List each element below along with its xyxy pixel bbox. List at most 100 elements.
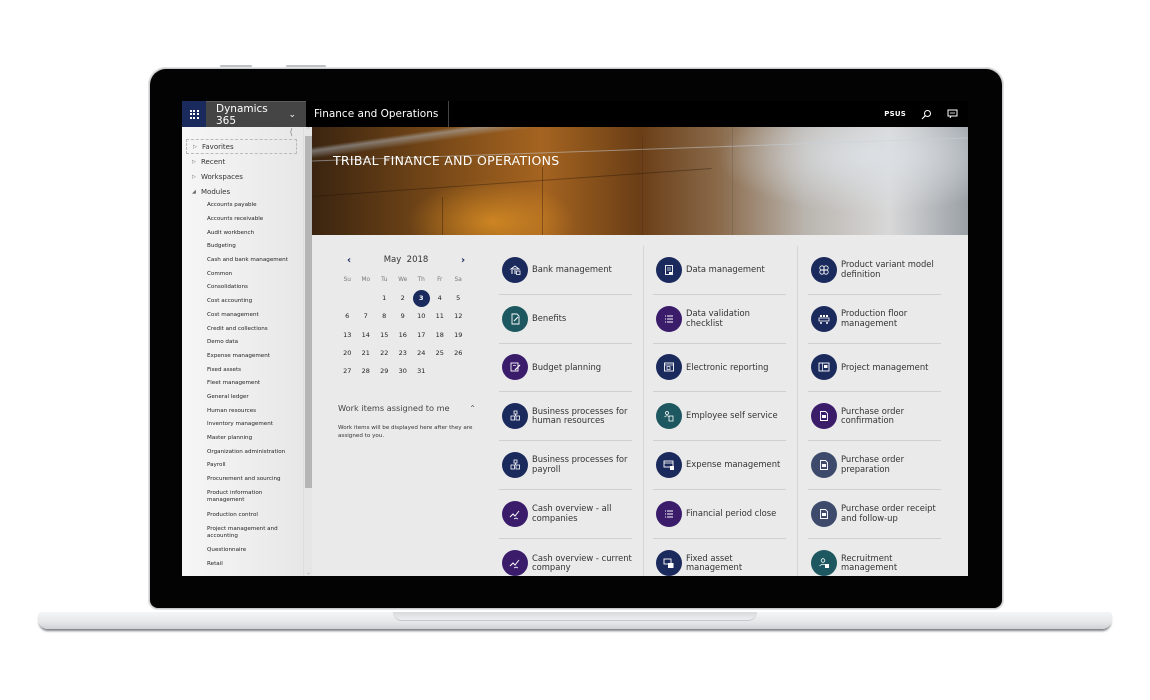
calendar-day[interactable]: 26 <box>449 344 468 362</box>
nav-module-item[interactable]: Payroll <box>182 459 303 473</box>
calendar-day-selected[interactable]: 3 <box>412 289 431 307</box>
calendar-day-number: 4 <box>437 294 442 303</box>
nav-section-modules[interactable]: ◢ Modules <box>182 184 303 199</box>
nav-module-item[interactable]: Consolidations <box>182 281 303 295</box>
nav-module-item[interactable]: Cost accounting <box>182 295 303 309</box>
calendar-day[interactable]: 27 <box>338 362 357 380</box>
workspace-tile-label: Project management <box>841 361 929 372</box>
nav-scrollbar[interactable]: ⌃ ⌄ <box>303 127 312 576</box>
calendar-day[interactable]: 22 <box>375 344 394 362</box>
company-picker[interactable]: PSUS <box>884 110 906 118</box>
calendar-day[interactable]: 21 <box>357 344 376 362</box>
calendar-day[interactable]: 7 <box>357 307 376 325</box>
nav-section-recent[interactable]: ▷ Recent <box>182 154 303 169</box>
nav-module-item[interactable]: Questionnaire <box>182 544 303 558</box>
calendar-day[interactable]: 13 <box>338 326 357 344</box>
workspace-tile[interactable]: Expense management <box>653 441 786 490</box>
nav-module-item[interactable]: Fixed assets <box>182 363 303 377</box>
calendar-day[interactable]: 12 <box>449 307 468 325</box>
previous-month-button[interactable]: ‹ <box>344 255 354 266</box>
work-items-header[interactable]: Work items assigned to me ⌃ <box>338 401 478 415</box>
workspace-tile[interactable]: Business processes for payroll <box>499 441 632 490</box>
calendar-day[interactable]: 25 <box>431 344 450 362</box>
workspace-tile[interactable]: Purchase order preparation <box>808 441 941 490</box>
calendar-day[interactable]: 5 <box>449 289 468 307</box>
calendar-day[interactable]: 19 <box>449 326 468 344</box>
calendar-day[interactable]: 8 <box>375 307 394 325</box>
nav-module-item[interactable]: Accounts receivable <box>182 213 303 227</box>
scroll-down-icon[interactable]: ⌄ <box>304 570 313 576</box>
nav-section-favorites[interactable]: ▷ Favorites <box>186 139 297 154</box>
calendar-day[interactable]: 17 <box>412 326 431 344</box>
calendar-day[interactable]: 2 <box>394 289 413 307</box>
workspace-tile[interactable]: Business processes for human resources <box>499 392 632 442</box>
calendar-day[interactable]: 30 <box>394 362 413 380</box>
calendar-day[interactable]: 4 <box>431 289 450 307</box>
nav-section-workspaces[interactable]: ▷ Workspaces <box>182 169 303 184</box>
calendar-day[interactable]: 29 <box>375 362 394 380</box>
workspace-tile-label: Recruitment management <box>841 552 898 573</box>
calendar-day[interactable]: 23 <box>394 344 413 362</box>
nav-module-item[interactable]: Production control <box>182 508 303 522</box>
workspace-tile[interactable]: Cash overview - all companies <box>499 490 632 539</box>
workspace-tile[interactable]: Data validation checklist <box>653 295 786 344</box>
nav-module-item[interactable]: Product information management <box>182 486 303 508</box>
calendar-day[interactable]: 6 <box>338 307 357 325</box>
nav-module-item[interactable]: Cash and bank management <box>182 254 303 268</box>
workspace-tile[interactable]: Recruitment management <box>808 539 941 576</box>
calendar-day[interactable]: 15 <box>375 326 394 344</box>
nav-module-item[interactable]: Expense management <box>182 350 303 364</box>
calendar-day[interactable]: 31 <box>412 362 431 380</box>
workspace-tile[interactable]: Budget planning <box>499 344 632 393</box>
nav-module-item[interactable]: Demo data <box>182 336 303 350</box>
nav-module-item[interactable]: Credit and collections <box>182 322 303 336</box>
nav-module-item[interactable]: Cost management <box>182 309 303 323</box>
nav-module-item[interactable]: Accounts payable <box>182 199 303 213</box>
nav-module-item[interactable]: Master planning <box>182 432 303 446</box>
calendar-day[interactable]: 14 <box>357 326 376 344</box>
chevron-up-icon[interactable]: ⌃ <box>469 404 476 413</box>
feedback-icon[interactable] <box>946 108 958 120</box>
workspace-tile[interactable]: Fixed asset management <box>653 539 786 576</box>
calendar-day[interactable]: 16 <box>394 326 413 344</box>
nav-module-item[interactable]: Audit workbench <box>182 226 303 240</box>
workspace-tile[interactable]: Production floor management <box>808 295 941 344</box>
calendar-day[interactable]: 18 <box>431 326 450 344</box>
workspace-tile[interactable]: Product variant model definition <box>808 246 941 295</box>
workspace-tile-label: Production floor management <box>841 308 908 328</box>
workspace-tile[interactable]: Purchase order confirmation <box>808 392 941 442</box>
workspace-tile-label: Electronic reporting <box>686 361 769 372</box>
workspace-tile[interactable]: Benefits <box>499 295 632 344</box>
workspace-tile[interactable]: Electronic reporting <box>653 344 786 393</box>
calendar-day[interactable]: 28 <box>357 362 376 380</box>
scrollbar-thumb[interactable] <box>305 136 312 488</box>
workspace-tile[interactable]: Employee self service <box>653 392 786 442</box>
nav-module-item[interactable]: Human resources <box>182 404 303 418</box>
nav-module-item[interactable]: Project management and accounting <box>182 522 303 544</box>
dynamics-365-menu[interactable]: Dynamics 365 ⌄ <box>206 101 306 127</box>
workspace-tile[interactable]: Purchase order receipt and follow-up <box>808 490 941 539</box>
workspace-tile[interactable]: Cash overview - current company <box>499 539 632 576</box>
calendar-day[interactable]: 20 <box>338 344 357 362</box>
nav-module-item[interactable]: Fleet management <box>182 377 303 391</box>
workspace-tile[interactable]: Data management <box>653 246 786 295</box>
calendar-day[interactable]: 9 <box>394 307 413 325</box>
workspace-tile[interactable]: Bank management <box>499 246 632 295</box>
nav-module-item[interactable]: General ledger <box>182 391 303 405</box>
collapse-nav-icon[interactable]: ⟨ <box>289 128 293 138</box>
calendar-day[interactable]: 10 <box>412 307 431 325</box>
nav-module-item[interactable]: Common <box>182 267 303 281</box>
search-icon[interactable] <box>920 108 932 120</box>
workspace-tile[interactable]: Financial period close <box>653 490 786 539</box>
nav-module-item[interactable]: Retail <box>182 558 303 572</box>
nav-module-item[interactable]: Inventory management <box>182 418 303 432</box>
app-launcher-button[interactable] <box>182 101 206 127</box>
next-month-button[interactable]: › <box>458 255 468 266</box>
nav-module-item[interactable]: Budgeting <box>182 240 303 254</box>
calendar-day[interactable]: 11 <box>431 307 450 325</box>
workspace-tile[interactable]: Project management <box>808 344 941 393</box>
nav-module-item[interactable]: Organization administration <box>182 445 303 459</box>
nav-module-item[interactable]: Procurement and sourcing <box>182 473 303 487</box>
calendar-day[interactable]: 24 <box>412 344 431 362</box>
calendar-day[interactable]: 1 <box>375 289 394 307</box>
